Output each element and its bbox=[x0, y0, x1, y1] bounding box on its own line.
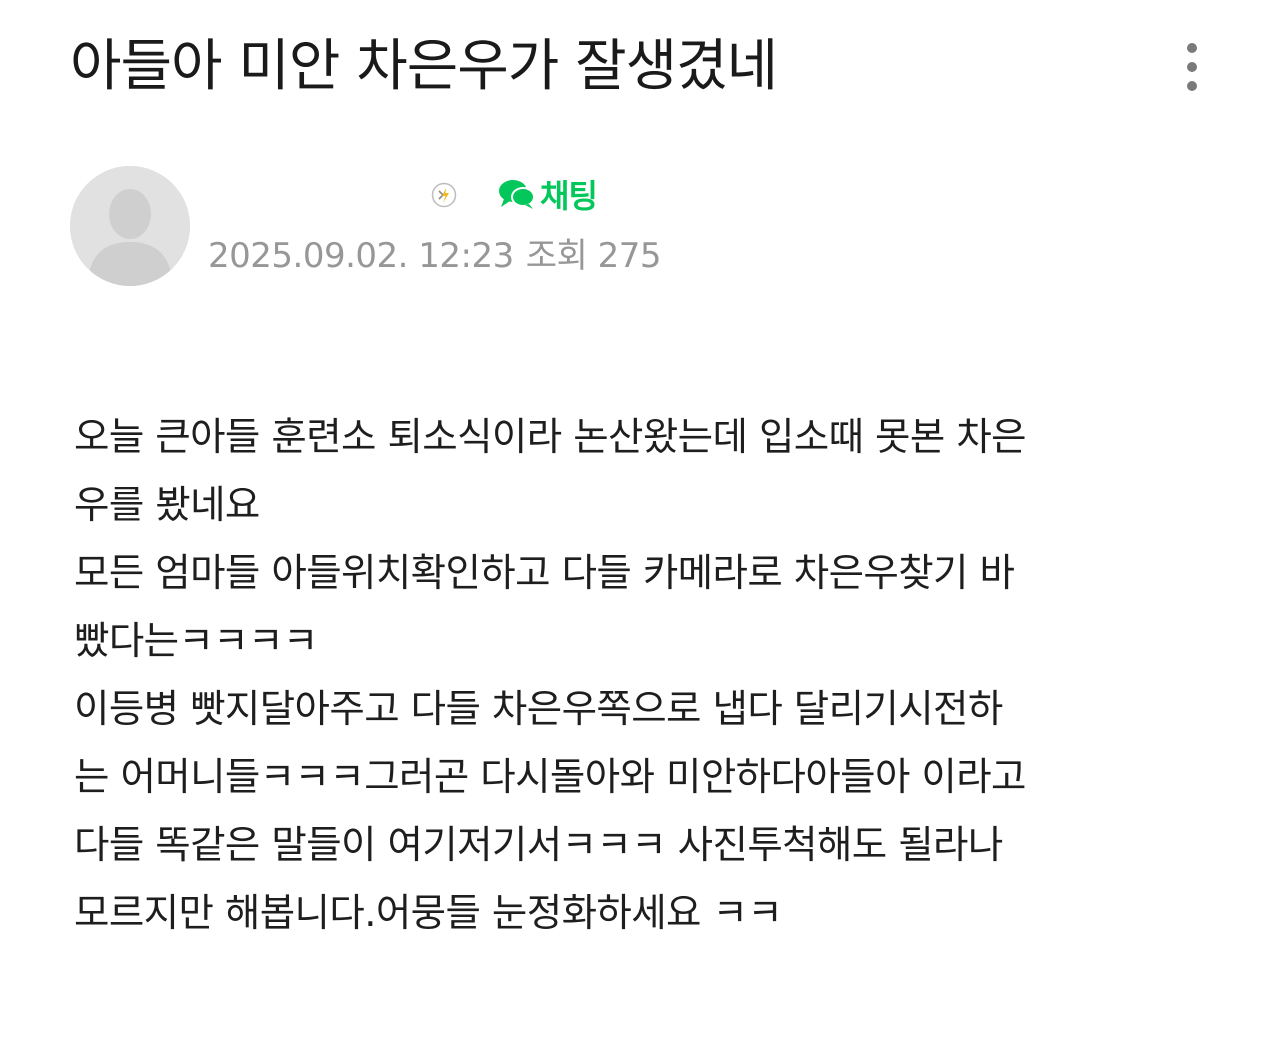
body-line: 빴다는ㅋㅋㅋㅋ bbox=[74, 619, 318, 664]
body-line: 우를 봤네요 bbox=[74, 483, 260, 528]
body-line: 오늘 큰아들 훈련소 퇴소식이라 논산왔는데 입소때 못본 차은 bbox=[74, 415, 1027, 460]
chat-button[interactable]: 채팅 bbox=[497, 174, 598, 215]
body-line: 모든 엄마들 아들위치확인하고 다들 카메라로 차은우찾기 바 bbox=[74, 551, 1015, 596]
views-label: 조회 bbox=[525, 236, 588, 276]
body-line: 는 어머니들ㅋㅋㅋ그러곤 다시돌아와 미안하다아들아 이라고 bbox=[74, 755, 1026, 800]
body-line: 다들 똑같은 말들이 여기저기서ㅋㅋㅋ 사진투척해도 될라나 bbox=[74, 823, 1003, 868]
body-line: 모르지만 해봅니다.어뭉들 눈정화하세요 ㅋㅋ bbox=[74, 891, 783, 936]
post-date: 2025.09.02. 12:23 bbox=[208, 236, 514, 276]
post-title: 아들아 미안 차은우가 잘생겼네 bbox=[70, 34, 778, 99]
member-level-icon bbox=[431, 182, 457, 208]
body-line: 이등병 빳지달아주고 다들 차은우쪽으로 냅다 달리기시전하 bbox=[74, 687, 1003, 732]
author-avatar[interactable] bbox=[70, 166, 190, 286]
chat-bubble-icon bbox=[497, 177, 537, 211]
more-options-button[interactable] bbox=[1170, 36, 1214, 96]
chat-label: 채팅 bbox=[540, 177, 598, 215]
member-level-badge bbox=[431, 182, 457, 208]
post-meta: 2025.09.02. 12:23 조회 275 bbox=[208, 232, 662, 280]
post-body: 오늘 큰아들 훈련소 퇴소식이라 논산왔는데 입소때 못본 차은 우를 봤네요 … bbox=[74, 404, 1224, 948]
views-count: 275 bbox=[597, 236, 662, 276]
more-vertical-icon bbox=[1187, 43, 1197, 91]
default-avatar-icon bbox=[70, 166, 190, 286]
